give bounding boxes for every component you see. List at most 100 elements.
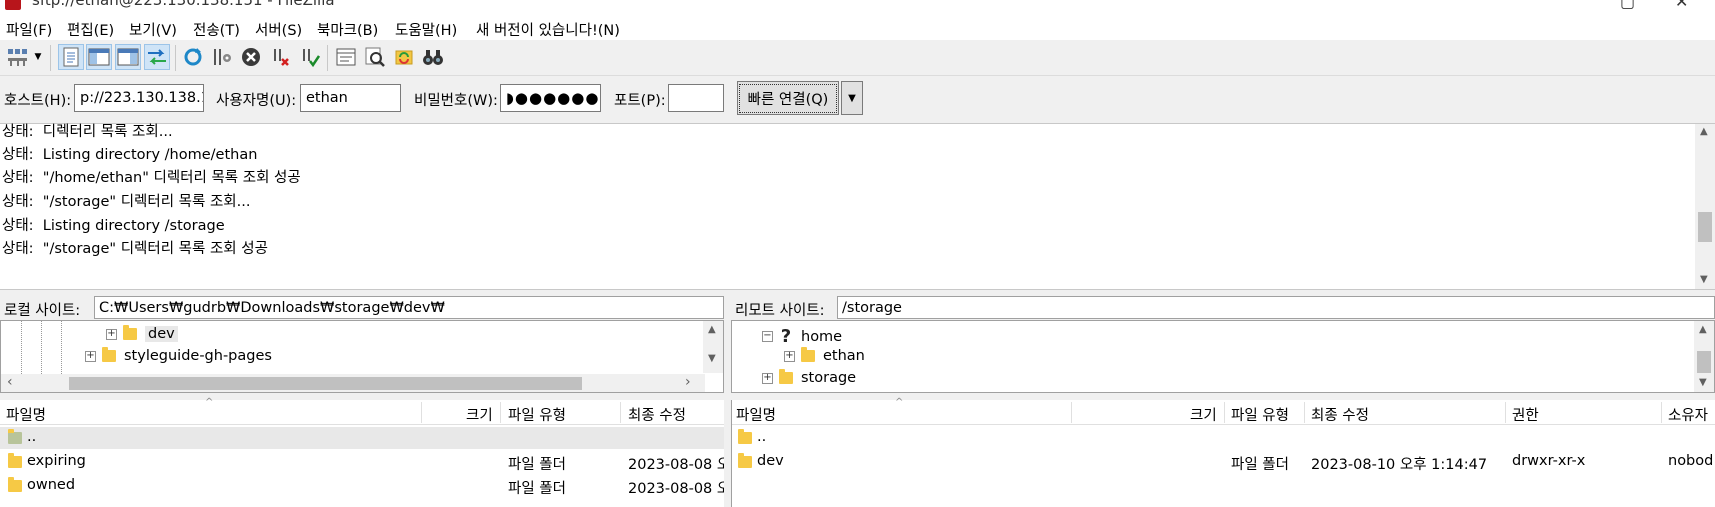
process-queue-icon[interactable] xyxy=(209,44,235,70)
local-path-input[interactable]: C:₩Users₩gudrb₩Downloads₩storage₩dev₩ xyxy=(94,296,724,319)
expand-icon[interactable]: + xyxy=(784,350,795,362)
col-type[interactable]: 파일 유형 xyxy=(508,404,566,425)
log-line: 상태: Listing directory /storage xyxy=(2,218,225,234)
vertical-splitter[interactable] xyxy=(724,290,731,507)
tree-item-home[interactable]: − ? home xyxy=(762,326,842,347)
file-row[interactable]: dev 파일 폴더 2023-08-10 오후 1:14:47 drwxr-xr… xyxy=(732,451,1715,473)
tree-item-storage[interactable]: + storage xyxy=(762,369,856,386)
port-label: 포트(P): xyxy=(614,93,666,109)
log-line: 상태: "/storage" 디렉터리 목록 조회 성공 xyxy=(2,241,268,257)
menu-help[interactable]: 도움말(H) xyxy=(395,19,457,40)
directory-filter-icon[interactable] xyxy=(333,44,359,70)
expand-icon[interactable]: + xyxy=(106,328,117,340)
log-line: 상태: Listing directory /home/ethan xyxy=(2,147,258,163)
col-modified[interactable]: 최종 수정 xyxy=(1311,404,1369,425)
collapse-icon[interactable]: − xyxy=(762,331,773,342)
col-owner[interactable]: 소유자 xyxy=(1668,404,1708,425)
scrollbar-thumb[interactable] xyxy=(1698,212,1712,242)
filezilla-app-icon xyxy=(5,0,21,10)
sort-ascending-icon: ^ xyxy=(895,397,904,408)
log-line: 상태: 디렉터리 목록 조회... xyxy=(2,124,173,140)
col-filename[interactable]: 파일명 xyxy=(736,404,776,425)
local-tree-hscrollbar[interactable]: ‹ › xyxy=(1,374,705,392)
remote-site-bar: 리모트 사이트: /storage xyxy=(731,295,1715,320)
folder-icon xyxy=(123,325,137,340)
log-scrollbar[interactable]: ▲ ▼ xyxy=(1695,124,1715,289)
expand-icon[interactable]: + xyxy=(762,372,773,384)
col-filename[interactable]: 파일명 xyxy=(6,404,46,425)
scroll-up-icon[interactable]: ▲ xyxy=(1700,126,1708,137)
folder-icon xyxy=(102,347,116,362)
folder-icon xyxy=(779,369,793,384)
quickconnect-button[interactable]: 빠른 연결(Q) xyxy=(737,81,839,115)
maximize-button[interactable]: ▢ xyxy=(1620,0,1635,11)
message-log: 상태: 디렉터리 목록 조회... 상태: Listing directory … xyxy=(0,123,1715,290)
menu-transfer[interactable]: 전송(T) xyxy=(193,19,240,40)
local-file-list: 파일명 ^ 크기 파일 유형 최종 수정 .. expiring 파일 폴더 2… xyxy=(0,397,730,507)
menu-new-version[interactable]: 새 버전이 있습니다!(N) xyxy=(476,19,620,40)
message-log-toggle-icon[interactable] xyxy=(58,44,84,70)
tree-item-ethan[interactable]: + ethan xyxy=(784,347,865,364)
file-row[interactable]: owned 파일 폴더 2023-08-08 오 xyxy=(0,475,730,497)
site-manager-icon[interactable] xyxy=(4,44,30,70)
log-line: 상태: "/home/ethan" 디렉터리 목록 조회 성공 xyxy=(2,170,301,186)
refresh-icon[interactable] xyxy=(180,44,206,70)
local-site-bar: 로컬 사이트: C:₩Users₩gudrb₩Downloads₩storage… xyxy=(0,295,724,320)
folder-icon xyxy=(8,477,22,492)
username-label: 사용자명(U): xyxy=(216,93,297,109)
menu-edit[interactable]: 편집(E) xyxy=(67,19,114,40)
menu-view[interactable]: 보기(V) xyxy=(129,19,177,40)
col-permissions[interactable]: 권한 xyxy=(1512,404,1539,425)
col-size[interactable]: 크기 xyxy=(466,404,493,425)
menu-bar: 파일(F) 편집(E) 보기(V) 전송(T) 서버(S) 북마크(B) 도움말… xyxy=(0,14,1715,40)
reconnect-icon[interactable] xyxy=(296,44,322,70)
parent-folder-icon xyxy=(8,429,22,444)
username-input[interactable]: ethan xyxy=(300,84,401,112)
sync-browsing-icon[interactable] xyxy=(391,44,417,70)
col-modified[interactable]: 최종 수정 xyxy=(628,404,686,425)
local-tree: + dev + styleguide-gh-pages ▲ ▼ ‹ › xyxy=(0,320,724,393)
host-input[interactable]: p://223.130.138.151 xyxy=(74,84,204,112)
menu-server[interactable]: 서버(S) xyxy=(255,19,302,40)
dropdown-arrow-icon[interactable]: ▼ xyxy=(31,44,45,70)
port-input[interactable] xyxy=(668,84,724,112)
remote-tree: − ? home + ethan + storage ▲ ▼ xyxy=(731,320,1715,393)
host-label: 호스트(H): xyxy=(4,93,72,109)
folder-icon xyxy=(801,347,815,362)
menu-bookmarks[interactable]: 북마크(B) xyxy=(317,19,378,40)
close-button[interactable]: ✕ xyxy=(1675,0,1688,11)
search-icon[interactable] xyxy=(420,44,446,70)
transfer-queue-toggle-icon[interactable] xyxy=(144,44,170,70)
scroll-down-icon[interactable]: ▼ xyxy=(1700,274,1708,285)
sort-ascending-icon: ^ xyxy=(205,397,214,408)
cancel-icon[interactable] xyxy=(238,44,264,70)
col-size[interactable]: 크기 xyxy=(1190,404,1217,425)
compare-icon[interactable] xyxy=(362,44,388,70)
local-tree-toggle-icon[interactable] xyxy=(86,44,112,70)
window-title: sftp://ethan@223.130.138.151 - FileZilla xyxy=(32,0,335,9)
remote-tree-toggle-icon[interactable] xyxy=(115,44,141,70)
password-label: 비밀번호(W): xyxy=(414,93,498,109)
local-tree-scrollbar[interactable]: ▲ ▼ xyxy=(703,321,723,373)
remote-file-header: 파일명 ^ 크기 파일 유형 최종 수정 권한 소유자 xyxy=(732,397,1715,425)
tree-item-styleguide[interactable]: + styleguide-gh-pages xyxy=(85,347,272,364)
quickconnect-dropdown-button[interactable]: ▼ xyxy=(841,81,863,115)
quickconnect-bar: 호스트(H): p://223.130.138.151 사용자명(U): eth… xyxy=(0,76,1715,123)
password-input[interactable]: ◗●●●●●● xyxy=(500,84,601,112)
title-bar: sftp://ethan@223.130.138.151 - FileZilla… xyxy=(0,0,1715,14)
toolbar: ▼ xyxy=(0,40,1715,76)
disconnect-icon[interactable] xyxy=(267,44,293,70)
log-line: 상태: "/storage" 디렉터리 목록 조회... xyxy=(2,194,251,210)
col-type[interactable]: 파일 유형 xyxy=(1231,404,1289,425)
file-row[interactable]: expiring 파일 폴더 2023-08-08 오 xyxy=(0,451,730,473)
question-mark-icon: ? xyxy=(780,326,792,347)
menu-file[interactable]: 파일(F) xyxy=(6,19,52,40)
remote-site-label: 리모트 사이트: xyxy=(735,303,825,319)
file-row[interactable]: .. xyxy=(732,427,1715,449)
file-row[interactable]: .. xyxy=(0,427,724,449)
tree-item-dev[interactable]: + dev xyxy=(106,325,178,342)
remote-path-input[interactable]: /storage xyxy=(837,296,1715,319)
remote-tree-scrollbar[interactable]: ▲ ▼ xyxy=(1694,321,1714,392)
remote-file-list: 파일명 ^ 크기 파일 유형 최종 수정 권한 소유자 .. dev 파일 폴더… xyxy=(731,397,1715,507)
expand-icon[interactable]: + xyxy=(85,350,96,362)
